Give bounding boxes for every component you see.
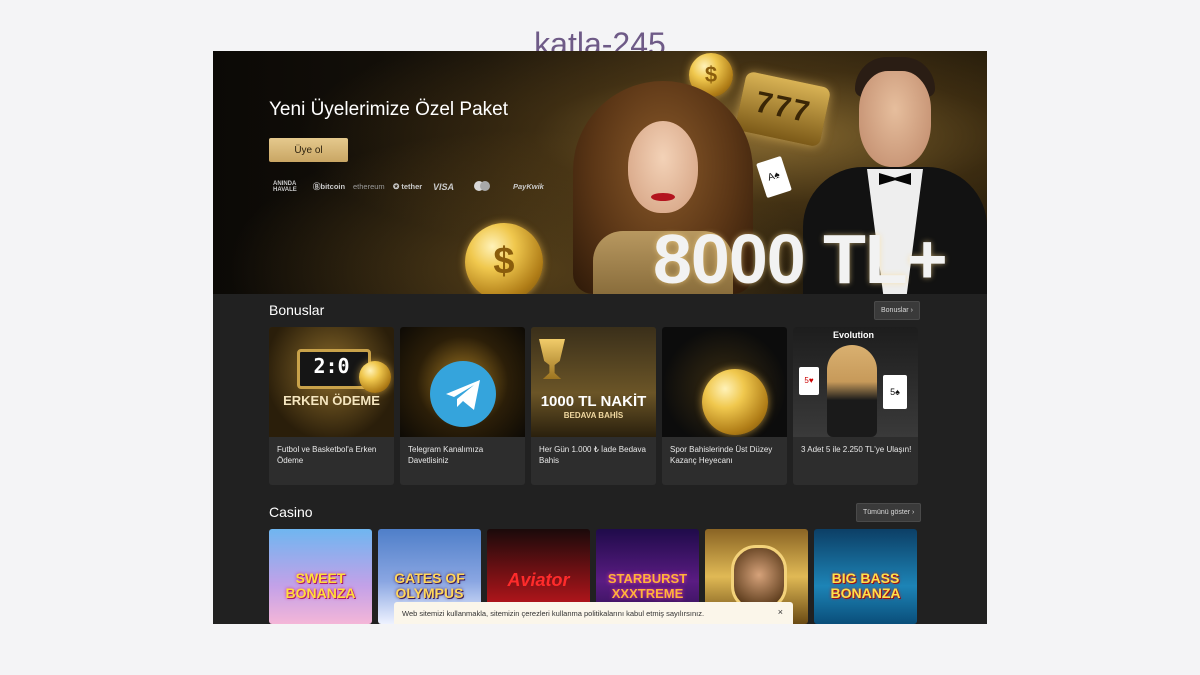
aninda-havale-logo: ANINDA HAVALE <box>273 181 297 193</box>
bonus-image: 2:0 ERKEN ÖDEME <box>269 327 394 437</box>
bonuses-title: Bonuslar <box>269 302 325 318</box>
bonus-description: Futbol ve Basketbol'a Erken Ödeme <box>277 445 377 465</box>
playing-card-icon: 5♥ <box>799 367 819 395</box>
evolution-logo: Evolution <box>833 330 874 340</box>
promo-amount: 8000 TL+ <box>653 220 948 294</box>
close-icon[interactable]: × <box>778 607 783 617</box>
bonus-image: 1000 TL NAKİT BEDAVA BAHİS <box>531 327 656 437</box>
bonus-description: 3 Adet 5 ile 2.250 TL'ye Ulaşın! <box>801 445 912 454</box>
paykwik-logo: PayKwik <box>513 182 544 191</box>
bonus-card[interactable]: Spor Bahislerinde Üst Düzey Kazanç Heyec… <box>662 327 787 485</box>
hero-banner[interactable]: $ $ 777 A♠ 8000 TL+ Yeni Üyelerimize Öze… <box>213 51 987 294</box>
bonus-card[interactable]: 2:0 ERKEN ÖDEME Futbol ve Basketbol'a Er… <box>269 327 394 485</box>
bonus-description: Spor Bahislerinde Üst Düzey Kazanç Heyec… <box>670 445 773 465</box>
bitcoin-logo: Ⓑbitcoin <box>313 182 346 191</box>
game-title: SWEET BONANZA <box>285 570 356 601</box>
visa-logo: VISA <box>433 182 455 192</box>
bonus-card[interactable]: 1000 TL NAKİT BEDAVA BAHİS Her Gün 1.000… <box>531 327 656 485</box>
bonus-image-subcaption: BEDAVA BAHİS <box>563 411 624 420</box>
mastercard-logo <box>473 181 513 195</box>
ethereum-logo: ethereum <box>353 182 385 191</box>
payment-methods: ANINDA HAVALE Ⓑbitcoin ethereum ✪ tether … <box>273 181 553 195</box>
cookie-message: Web sitemizi kullanmakla, sitemizin çere… <box>402 609 705 618</box>
game-title: STARBURST XXXTREME <box>607 571 688 601</box>
hero-title: Yeni Üyelerimize Özel Paket <box>269 99 509 120</box>
coin-icon: $ <box>465 223 543 294</box>
trophy-icon <box>539 339 565 379</box>
game-title: GATES OF OLYMPUS <box>394 570 465 601</box>
bonus-image-caption: 1000 TL NAKİT <box>540 393 647 410</box>
bonus-description: Her Gün 1.000 ₺ İade Bedava Bahis <box>539 445 646 465</box>
bonus-image <box>400 327 525 437</box>
bonus-image-caption: ERKEN ÖDEME <box>283 393 380 408</box>
game-tile[interactable]: BIG BASS BONANZA <box>814 529 917 624</box>
casino-title: Casino <box>269 504 313 520</box>
signup-button[interactable]: Üye ol <box>269 138 348 162</box>
game-tile[interactable]: SWEET BONANZA <box>269 529 372 624</box>
football-icon <box>359 361 391 393</box>
telegram-icon <box>430 361 496 427</box>
bonus-description: Telegram Kanalımıza Davetlisiniz <box>408 445 484 465</box>
bonus-image <box>662 327 787 437</box>
bonus-card[interactable]: Telegram Kanalımıza Davetlisiniz <box>400 327 525 485</box>
casino-show-all-button[interactable]: Tümünü göster › <box>856 503 922 522</box>
tether-logo: ✪ tether <box>393 182 423 191</box>
game-title: Aviator <box>507 570 570 590</box>
bonuses-more-button[interactable]: Bonuslar › <box>874 301 920 320</box>
bonus-card[interactable]: Evolution 5♥ 5♠ 3 Adet 5 ile 2.250 TL'ye… <box>793 327 918 485</box>
golden-ball-icon <box>702 369 768 435</box>
bonus-list: 2:0 ERKEN ÖDEME Futbol ve Basketbol'a Er… <box>269 327 918 485</box>
dealer-image <box>827 345 877 437</box>
game-title: BIG BASS BONANZA <box>830 570 901 601</box>
playing-card-icon: 5♠ <box>883 375 907 409</box>
bonus-image: Evolution 5♥ 5♠ <box>793 327 918 437</box>
site-frame: $ $ 777 A♠ 8000 TL+ Yeni Üyelerimize Öze… <box>213 51 987 624</box>
cookie-banner: Web sitemizi kullanmakla, sitemizin çere… <box>394 602 793 624</box>
